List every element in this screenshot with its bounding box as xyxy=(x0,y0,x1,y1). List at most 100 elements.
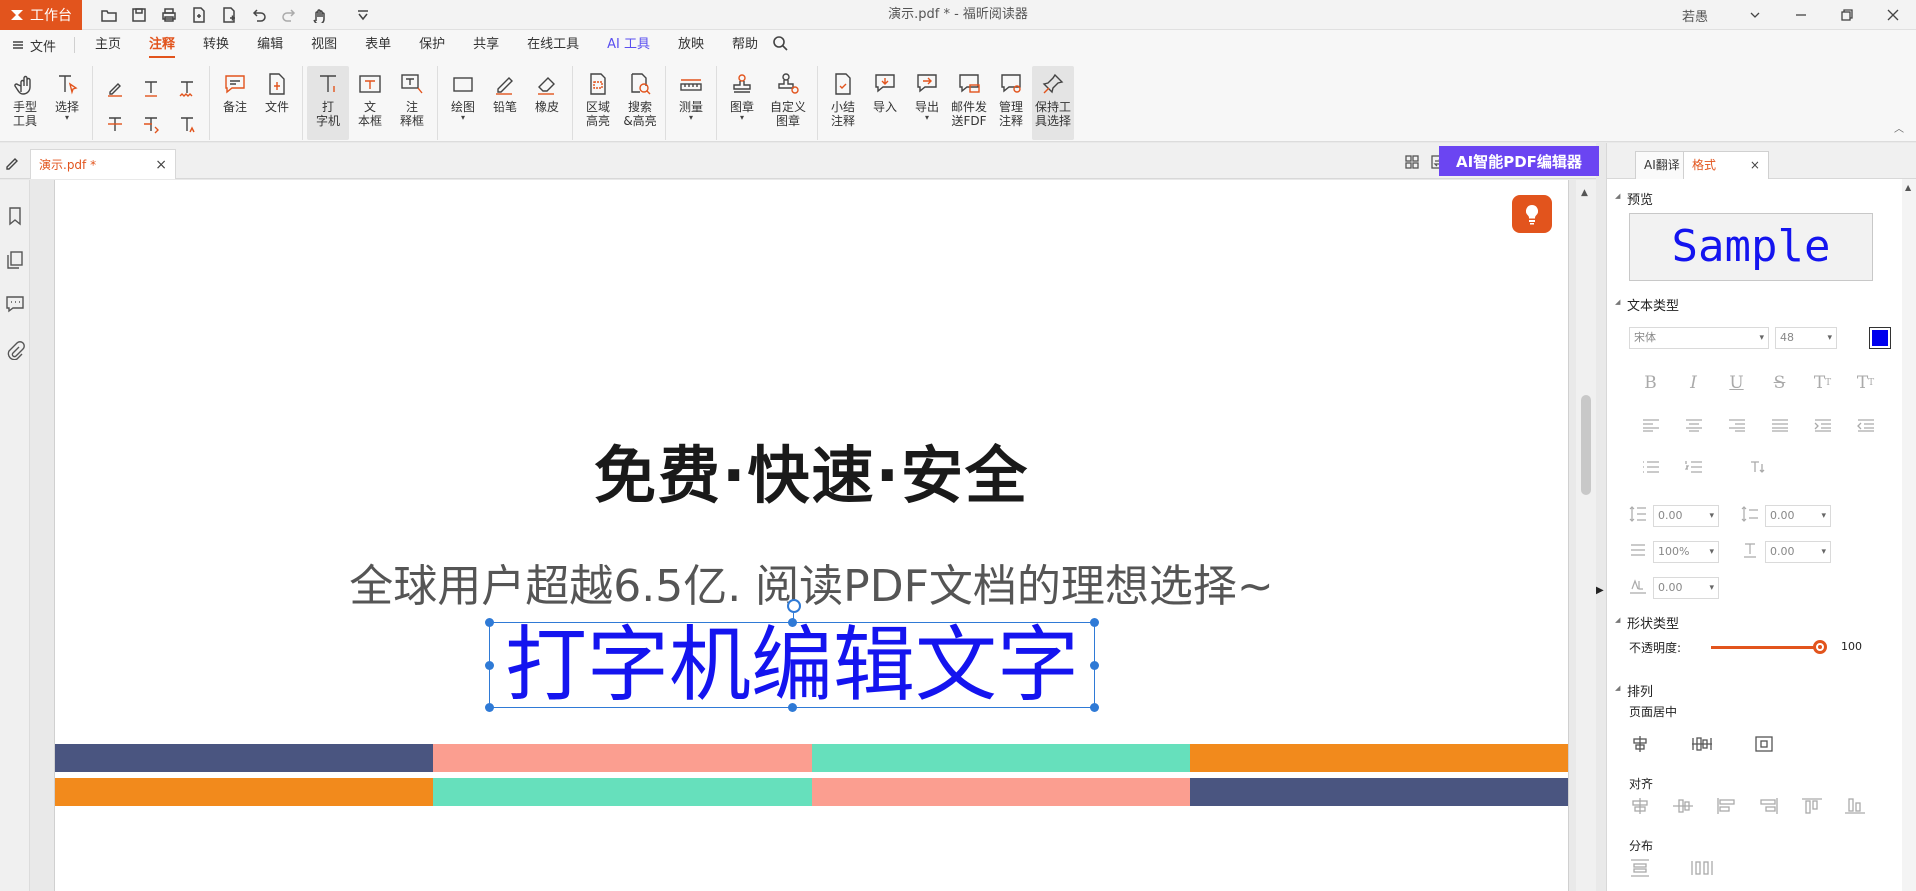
subscript-icon[interactable]: TT xyxy=(1844,373,1887,393)
workbench-button[interactable]: 工作台 xyxy=(0,0,82,30)
user-name[interactable]: 若愚 xyxy=(1682,6,1708,25)
resize-handle-nw[interactable] xyxy=(485,618,494,627)
tab-help[interactable]: 帮助 xyxy=(718,30,772,60)
document-scrollbar[interactable]: ▲ xyxy=(1576,180,1596,891)
font-size-select[interactable]: 48 xyxy=(1775,327,1837,349)
keep-tool-button[interactable]: 保持工 具选择 xyxy=(1032,66,1074,140)
highlight-icon[interactable] xyxy=(97,70,133,106)
eraser-button[interactable]: 橡皮 xyxy=(526,66,568,140)
ai-pdf-editor-banner[interactable]: AI智能PDF编辑器 xyxy=(1439,146,1599,176)
align-left-icon[interactable] xyxy=(1629,415,1672,435)
hand-tool-button[interactable]: 手型 工具 xyxy=(4,66,46,140)
tab-edit[interactable]: 编辑 xyxy=(243,30,297,60)
insert-text-icon[interactable] xyxy=(169,106,205,142)
char-scale-select[interactable]: 100% xyxy=(1653,541,1719,563)
tab-comment[interactable]: 注释 xyxy=(135,30,189,60)
tab-convert[interactable]: 转换 xyxy=(189,30,243,60)
replace-text-icon[interactable] xyxy=(133,106,169,142)
open-folder-icon[interactable] xyxy=(98,4,120,26)
align-right-edge-icon[interactable] xyxy=(1758,797,1780,819)
expand-right-panel-icon[interactable]: ▶ xyxy=(1596,585,1604,596)
align-top-center-icon[interactable] xyxy=(1629,797,1651,819)
italic-icon[interactable]: I xyxy=(1672,373,1715,393)
rotate-handle[interactable] xyxy=(787,599,801,613)
strikeout-text-icon[interactable] xyxy=(97,106,133,142)
hand-dropdown-icon[interactable] xyxy=(308,4,330,26)
pages-thumbnail-icon[interactable] xyxy=(5,250,25,270)
tab-online-tools[interactable]: 在线工具 xyxy=(513,30,593,60)
tab-share[interactable]: 共享 xyxy=(459,30,513,60)
align-center-icon[interactable] xyxy=(1672,415,1715,435)
lightbulb-tip-icon[interactable] xyxy=(1512,195,1552,233)
bookmark-icon[interactable] xyxy=(5,206,25,226)
text-color-picker[interactable] xyxy=(1869,327,1891,349)
summary-button[interactable]: 小结 注释 xyxy=(822,66,864,140)
text-direction-icon[interactable] xyxy=(1735,457,1778,477)
comments-panel-icon[interactable] xyxy=(5,294,25,314)
scroll-up-arrow-icon[interactable]: ▲ xyxy=(1581,188,1588,198)
resize-handle-ne[interactable] xyxy=(1090,618,1099,627)
distribute-vertical-icon[interactable] xyxy=(1629,859,1651,881)
strikethrough-icon[interactable]: S xyxy=(1758,373,1801,393)
justify-icon[interactable] xyxy=(1758,415,1801,435)
center-horizontal-icon[interactable] xyxy=(1629,735,1651,757)
select-button[interactable]: 选择 ▾ xyxy=(46,66,88,140)
tab-home[interactable]: 主页 xyxy=(81,30,135,60)
tab-form[interactable]: 表单 xyxy=(351,30,405,60)
char-spacing-select[interactable]: 0.00 xyxy=(1653,577,1719,599)
area-highlight-button[interactable]: 区域 高亮 xyxy=(577,66,619,140)
panel-scrollbar[interactable]: ▲ xyxy=(1902,179,1916,891)
typewriter-annotation[interactable]: 打字机编辑文字 xyxy=(485,599,1099,712)
distribute-horizontal-icon[interactable] xyxy=(1691,859,1713,881)
tab-ai-tools[interactable]: AI 工具 xyxy=(593,30,664,60)
edit-pen-icon[interactable] xyxy=(4,155,20,175)
pencil-button[interactable]: 铅笔 xyxy=(484,66,526,140)
export-button[interactable]: 导出 ▾ xyxy=(906,66,948,140)
minimize-button[interactable] xyxy=(1778,0,1824,30)
redo-icon[interactable] xyxy=(278,4,300,26)
scroll-up-arrow-icon[interactable]: ▲ xyxy=(1905,183,1911,192)
print-icon[interactable] xyxy=(158,4,180,26)
resize-handle-w[interactable] xyxy=(485,661,494,670)
center-vertical-icon[interactable] xyxy=(1691,735,1713,757)
resize-handle-sw[interactable] xyxy=(485,703,494,712)
font-family-select[interactable]: 宋体 xyxy=(1629,327,1769,349)
align-left-edge-icon[interactable] xyxy=(1715,797,1737,819)
tab-slideshow[interactable]: 放映 xyxy=(664,30,718,60)
paragraph-spacing-select[interactable]: 0.00 xyxy=(1765,505,1831,527)
scrollbar-thumb[interactable] xyxy=(1581,395,1591,495)
opacity-slider-track[interactable] xyxy=(1711,646,1817,649)
typewriter-button[interactable]: 打 字机 xyxy=(307,66,349,140)
textbox-button[interactable]: 文 本框 xyxy=(349,66,391,140)
note-button[interactable]: 备注 xyxy=(214,66,256,140)
create-pdf-icon[interactable] xyxy=(218,4,240,26)
callout-button[interactable]: 注 释框 xyxy=(391,66,433,140)
tab-protect[interactable]: 保护 xyxy=(405,30,459,60)
bullet-list-icon[interactable] xyxy=(1629,457,1672,477)
undo-icon[interactable] xyxy=(248,4,270,26)
numbered-list-icon[interactable] xyxy=(1672,457,1715,477)
underline-icon[interactable]: U xyxy=(1715,373,1758,393)
indent-icon[interactable] xyxy=(1801,415,1844,435)
superscript-icon[interactable]: TT xyxy=(1801,373,1844,393)
close-tab-icon[interactable]: × xyxy=(155,157,167,173)
custom-stamp-button[interactable]: 自定义 图章 xyxy=(763,66,813,140)
manage-comments-button[interactable]: 管理 注释 xyxy=(990,66,1032,140)
resize-handle-s[interactable] xyxy=(788,703,797,712)
file-menu[interactable]: 文件 xyxy=(0,36,68,55)
attachment-icon[interactable] xyxy=(5,340,25,361)
align-top-edge-icon[interactable] xyxy=(1801,797,1823,819)
search-highlight-button[interactable]: 搜索 &高亮 xyxy=(619,66,661,140)
email-fdf-button[interactable]: 邮件发 送FDF xyxy=(948,66,990,140)
document-tab[interactable]: 演示.pdf * × xyxy=(30,149,176,179)
file-attach-button[interactable]: 文件 xyxy=(256,66,298,140)
collapse-ribbon-icon[interactable]: ︿ xyxy=(1894,120,1904,135)
bold-icon[interactable]: B xyxy=(1629,373,1672,393)
save-icon[interactable] xyxy=(128,4,150,26)
customize-quickbar-icon[interactable] xyxy=(352,4,374,26)
resize-handle-n[interactable] xyxy=(788,618,797,627)
draw-button[interactable]: 绘图 ▾ xyxy=(442,66,484,140)
new-from-file-icon[interactable] xyxy=(188,4,210,26)
stamp-button[interactable]: 图章 ▾ xyxy=(721,66,763,140)
tab-view[interactable]: 视图 xyxy=(297,30,351,60)
